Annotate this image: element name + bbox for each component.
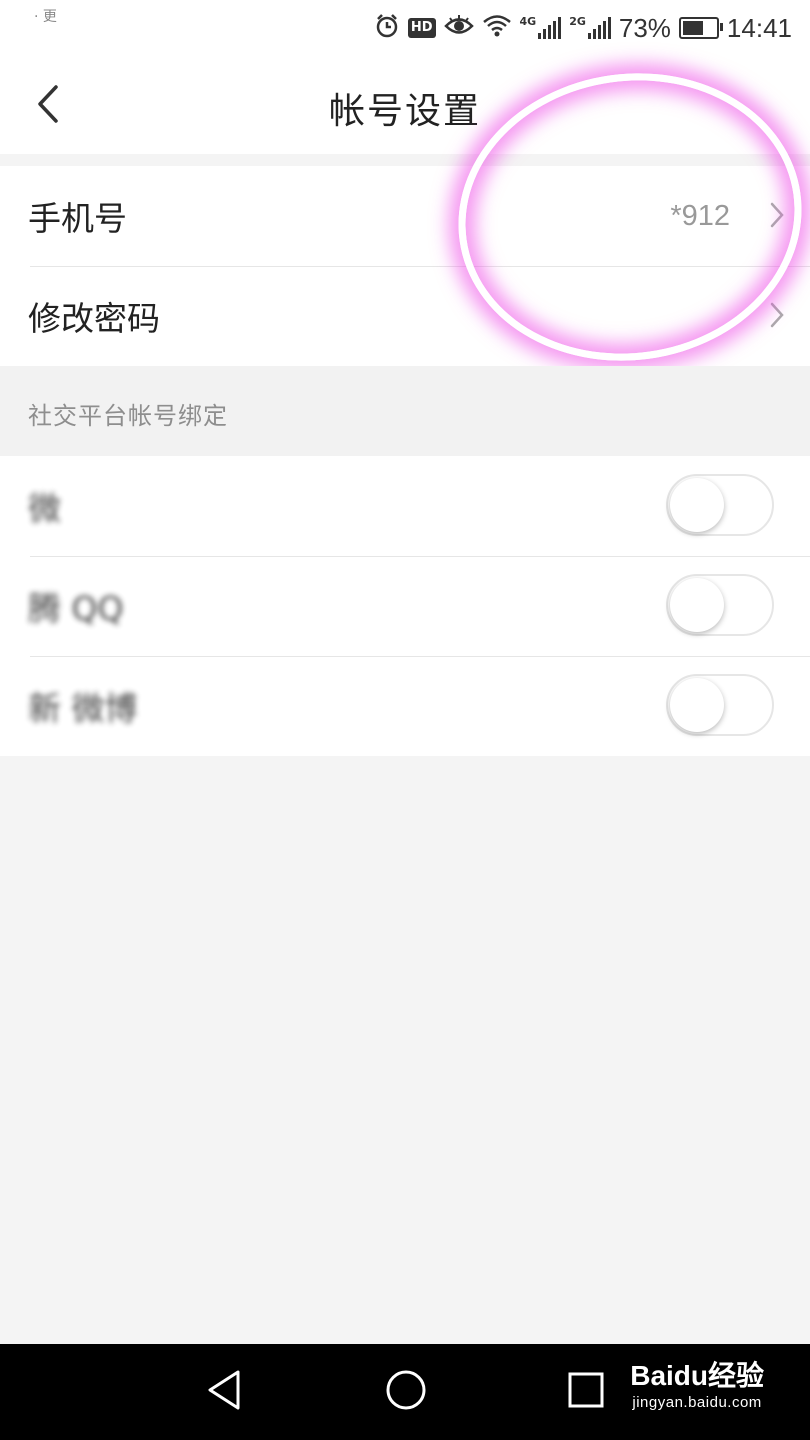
status-bar: · 更 HD 4G 2G 73% 14:41 — [0, 0, 810, 56]
battery-icon — [678, 17, 723, 39]
social-label: 微 — [28, 489, 61, 528]
status-icons: HD 4G 2G 73% 14:41 — [374, 10, 792, 46]
toggle-knob — [670, 678, 724, 732]
alarm-icon — [374, 13, 400, 43]
social-label: 腾 QQ — [28, 589, 124, 628]
hd-icon: HD — [407, 18, 436, 38]
signal-2g-icon — [587, 17, 611, 39]
social-row-wechat: 微 — [0, 456, 810, 556]
social-row-weibo: 新 微博 — [0, 656, 810, 756]
status-left-text: · 更 — [34, 9, 57, 25]
signal-icon — [538, 17, 562, 39]
change-password-row[interactable]: 修改密码 — [0, 266, 810, 366]
section-title: 社交平台帐号绑定 — [28, 402, 228, 430]
qq-toggle[interactable] — [666, 574, 774, 636]
battery-percent: 73% — [618, 12, 671, 43]
phone-label: 手机号 — [28, 199, 127, 238]
system-recent-button[interactable] — [566, 1368, 606, 1416]
back-triangle-icon — [208, 1370, 240, 1410]
chevron-right-icon — [770, 202, 784, 228]
social-bindings-group: 微 腾 QQ 新 微博 — [0, 456, 810, 756]
social-label: 新 微博 — [28, 689, 138, 728]
social-row-qq: 腾 QQ — [0, 556, 810, 656]
system-home-button[interactable] — [384, 1368, 428, 1416]
change-password-label: 修改密码 — [28, 299, 160, 338]
system-nav-bar: Baidu经验 jingyan.baidu.com — [0, 1344, 810, 1440]
toggle-knob — [670, 478, 724, 532]
section-header: 社交平台帐号绑定 — [0, 366, 810, 456]
wechat-toggle[interactable] — [666, 474, 774, 536]
recent-square-icon — [568, 1372, 604, 1408]
weibo-toggle[interactable] — [666, 674, 774, 736]
watermark-sub: jingyan.baidu.com — [632, 1394, 762, 1411]
chevron-right-icon — [770, 302, 784, 328]
network-2g-label: 2G — [569, 14, 586, 28]
phone-row[interactable]: 手机号 *912 — [0, 166, 810, 266]
eye-icon — [443, 15, 474, 41]
page-title: 帐号设置 — [328, 91, 481, 132]
account-settings-group: 手机号 *912 修改密码 — [0, 166, 810, 366]
home-circle-icon — [386, 1370, 426, 1410]
wifi-icon — [482, 14, 512, 42]
baidu-watermark: Baidu经验 jingyan.baidu.com — [630, 1354, 764, 1411]
clock: 14:41 — [726, 12, 792, 43]
toggle-knob — [670, 578, 724, 632]
phone-value: *912 — [670, 199, 730, 232]
app-header: 帐号设置 — [0, 56, 810, 154]
system-back-button[interactable] — [204, 1368, 244, 1416]
watermark-main: Baidu经验 — [630, 1360, 764, 1391]
network-4g-label: 4G — [519, 14, 537, 28]
